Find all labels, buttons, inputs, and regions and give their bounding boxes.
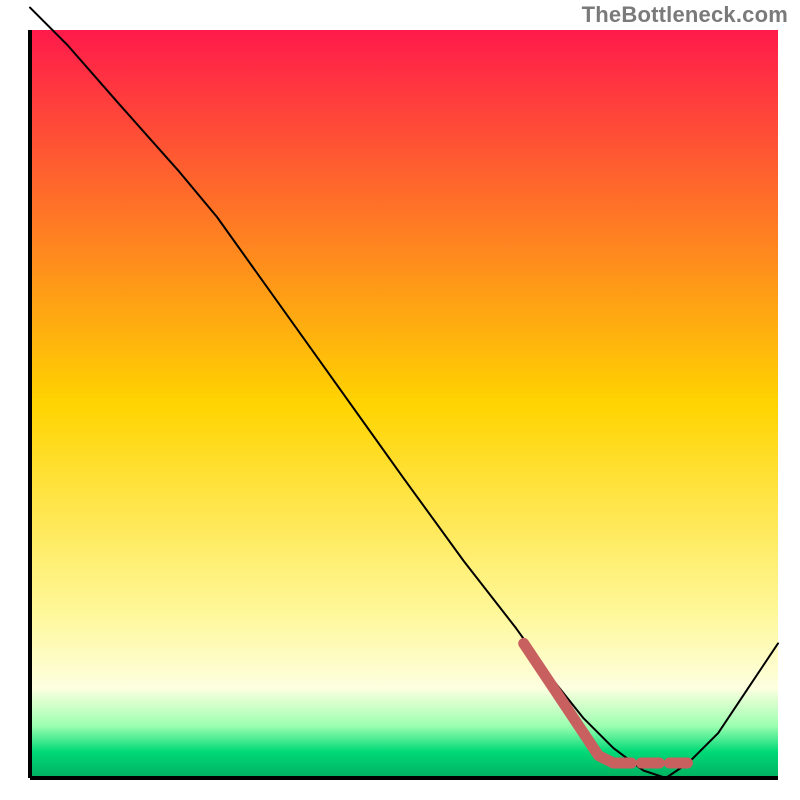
bottleneck-chart — [0, 0, 800, 800]
plot-gradient-area — [30, 30, 778, 778]
